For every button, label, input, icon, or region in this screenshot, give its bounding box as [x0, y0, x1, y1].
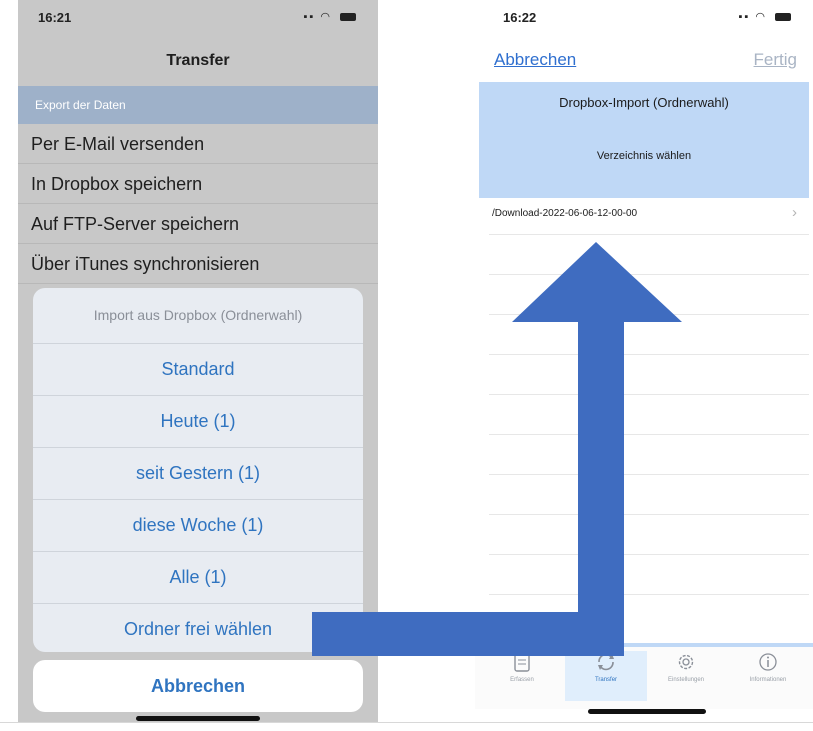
action-all-button[interactable]: Alle (1)	[33, 552, 363, 604]
left-phone-screen: 16:21 ▪▪ ◠ Transfer Export der Daten Per…	[18, 0, 378, 722]
folder-row[interactable]: /Download-2022-06-06-12-00-00 ›	[489, 198, 809, 234]
folder-label: /Download-2022-06-06-12-00-00	[492, 208, 638, 219]
tab-erfassen[interactable]: Erfassen	[481, 651, 563, 701]
action-choose-folder-button[interactable]: Ordner frei wählen	[33, 604, 363, 652]
wifi-icon: ◠	[755, 11, 767, 23]
list-divider	[489, 234, 809, 235]
sync-icon	[595, 651, 617, 673]
action-today-button[interactable]: Heute (1)	[33, 396, 363, 448]
tab-bar: Erfassen Transfer Einstellungen Informat…	[475, 643, 813, 709]
page-title: Transfer	[166, 52, 230, 69]
tab-informationen[interactable]: Informationen	[727, 651, 809, 701]
list-divider	[489, 474, 809, 475]
action-since-yesterday-button[interactable]: seit Gestern (1)	[33, 448, 363, 500]
document-icon	[511, 651, 533, 673]
list-divider	[489, 434, 809, 435]
status-icons: ▪▪ ◠	[738, 10, 791, 23]
info-icon	[757, 651, 779, 673]
signal-icon: ▪▪	[738, 11, 751, 23]
status-bar: 16:21 ▪▪ ◠	[18, 0, 378, 36]
nav-bar: Abbrechen Fertig	[475, 44, 813, 80]
action-sheet-title: Import aus Dropbox (Ordnerwahl)	[33, 288, 363, 344]
list-divider	[489, 554, 809, 555]
battery-icon	[340, 13, 356, 22]
right-phone-screen: 16:22 ▪▪ ◠ Abbrechen Fertig Dropbox-Impo…	[475, 0, 813, 722]
tab-label: Informationen	[749, 677, 787, 683]
home-indicator	[588, 709, 706, 714]
gear-icon	[675, 651, 697, 673]
list-divider	[489, 394, 809, 395]
battery-icon	[775, 13, 791, 22]
tab-einstellungen[interactable]: Einstellungen	[645, 651, 727, 701]
menu-item-dropbox[interactable]: In Dropbox speichern	[18, 164, 378, 204]
tab-label: Erfassen	[510, 677, 534, 683]
list-divider	[489, 514, 809, 515]
cancel-button[interactable]: Abbrechen	[33, 660, 363, 712]
divider	[0, 722, 813, 723]
status-bar: 16:22 ▪▪ ◠	[475, 0, 813, 36]
list-divider	[489, 314, 809, 315]
action-this-week-button[interactable]: diese Woche (1)	[33, 500, 363, 552]
status-time: 16:21	[38, 10, 72, 25]
folder-list	[489, 198, 809, 638]
section-header-label: Export der Daten	[35, 98, 126, 112]
nav-cancel-button[interactable]: Abbrechen	[494, 50, 576, 70]
chevron-right-icon: ›	[792, 204, 797, 221]
action-standard-button[interactable]: Standard	[33, 344, 363, 396]
wifi-icon: ◠	[320, 11, 332, 23]
action-sheet: Import aus Dropbox (Ordnerwahl) Standard…	[33, 288, 363, 652]
list-divider	[489, 354, 809, 355]
menu-item-email[interactable]: Per E-Mail versenden	[18, 124, 378, 164]
menu-item-itunes[interactable]: Über iTunes synchronisieren	[18, 244, 378, 284]
home-indicator	[136, 716, 260, 721]
tab-label: Transfer	[594, 677, 618, 683]
nav-done-button[interactable]: Fertig	[754, 50, 797, 70]
tab-label: Einstellungen	[667, 677, 705, 683]
list-divider	[489, 594, 809, 595]
status-time: 16:22	[503, 10, 537, 25]
section-header: Export der Daten	[18, 86, 378, 124]
menu-item-ftp[interactable]: Auf FTP-Server speichern	[18, 204, 378, 244]
import-title: Dropbox-Import (Ordnerwahl)	[559, 95, 729, 110]
list-divider	[489, 274, 809, 275]
import-header: Dropbox-Import (Ordnerwahl) Verzeichnis …	[479, 82, 809, 198]
import-subtitle: Verzeichnis wählen	[596, 150, 692, 162]
signal-icon: ▪▪	[303, 11, 316, 23]
status-icons: ▪▪ ◠	[303, 10, 356, 23]
tab-transfer[interactable]: Transfer	[565, 651, 647, 701]
